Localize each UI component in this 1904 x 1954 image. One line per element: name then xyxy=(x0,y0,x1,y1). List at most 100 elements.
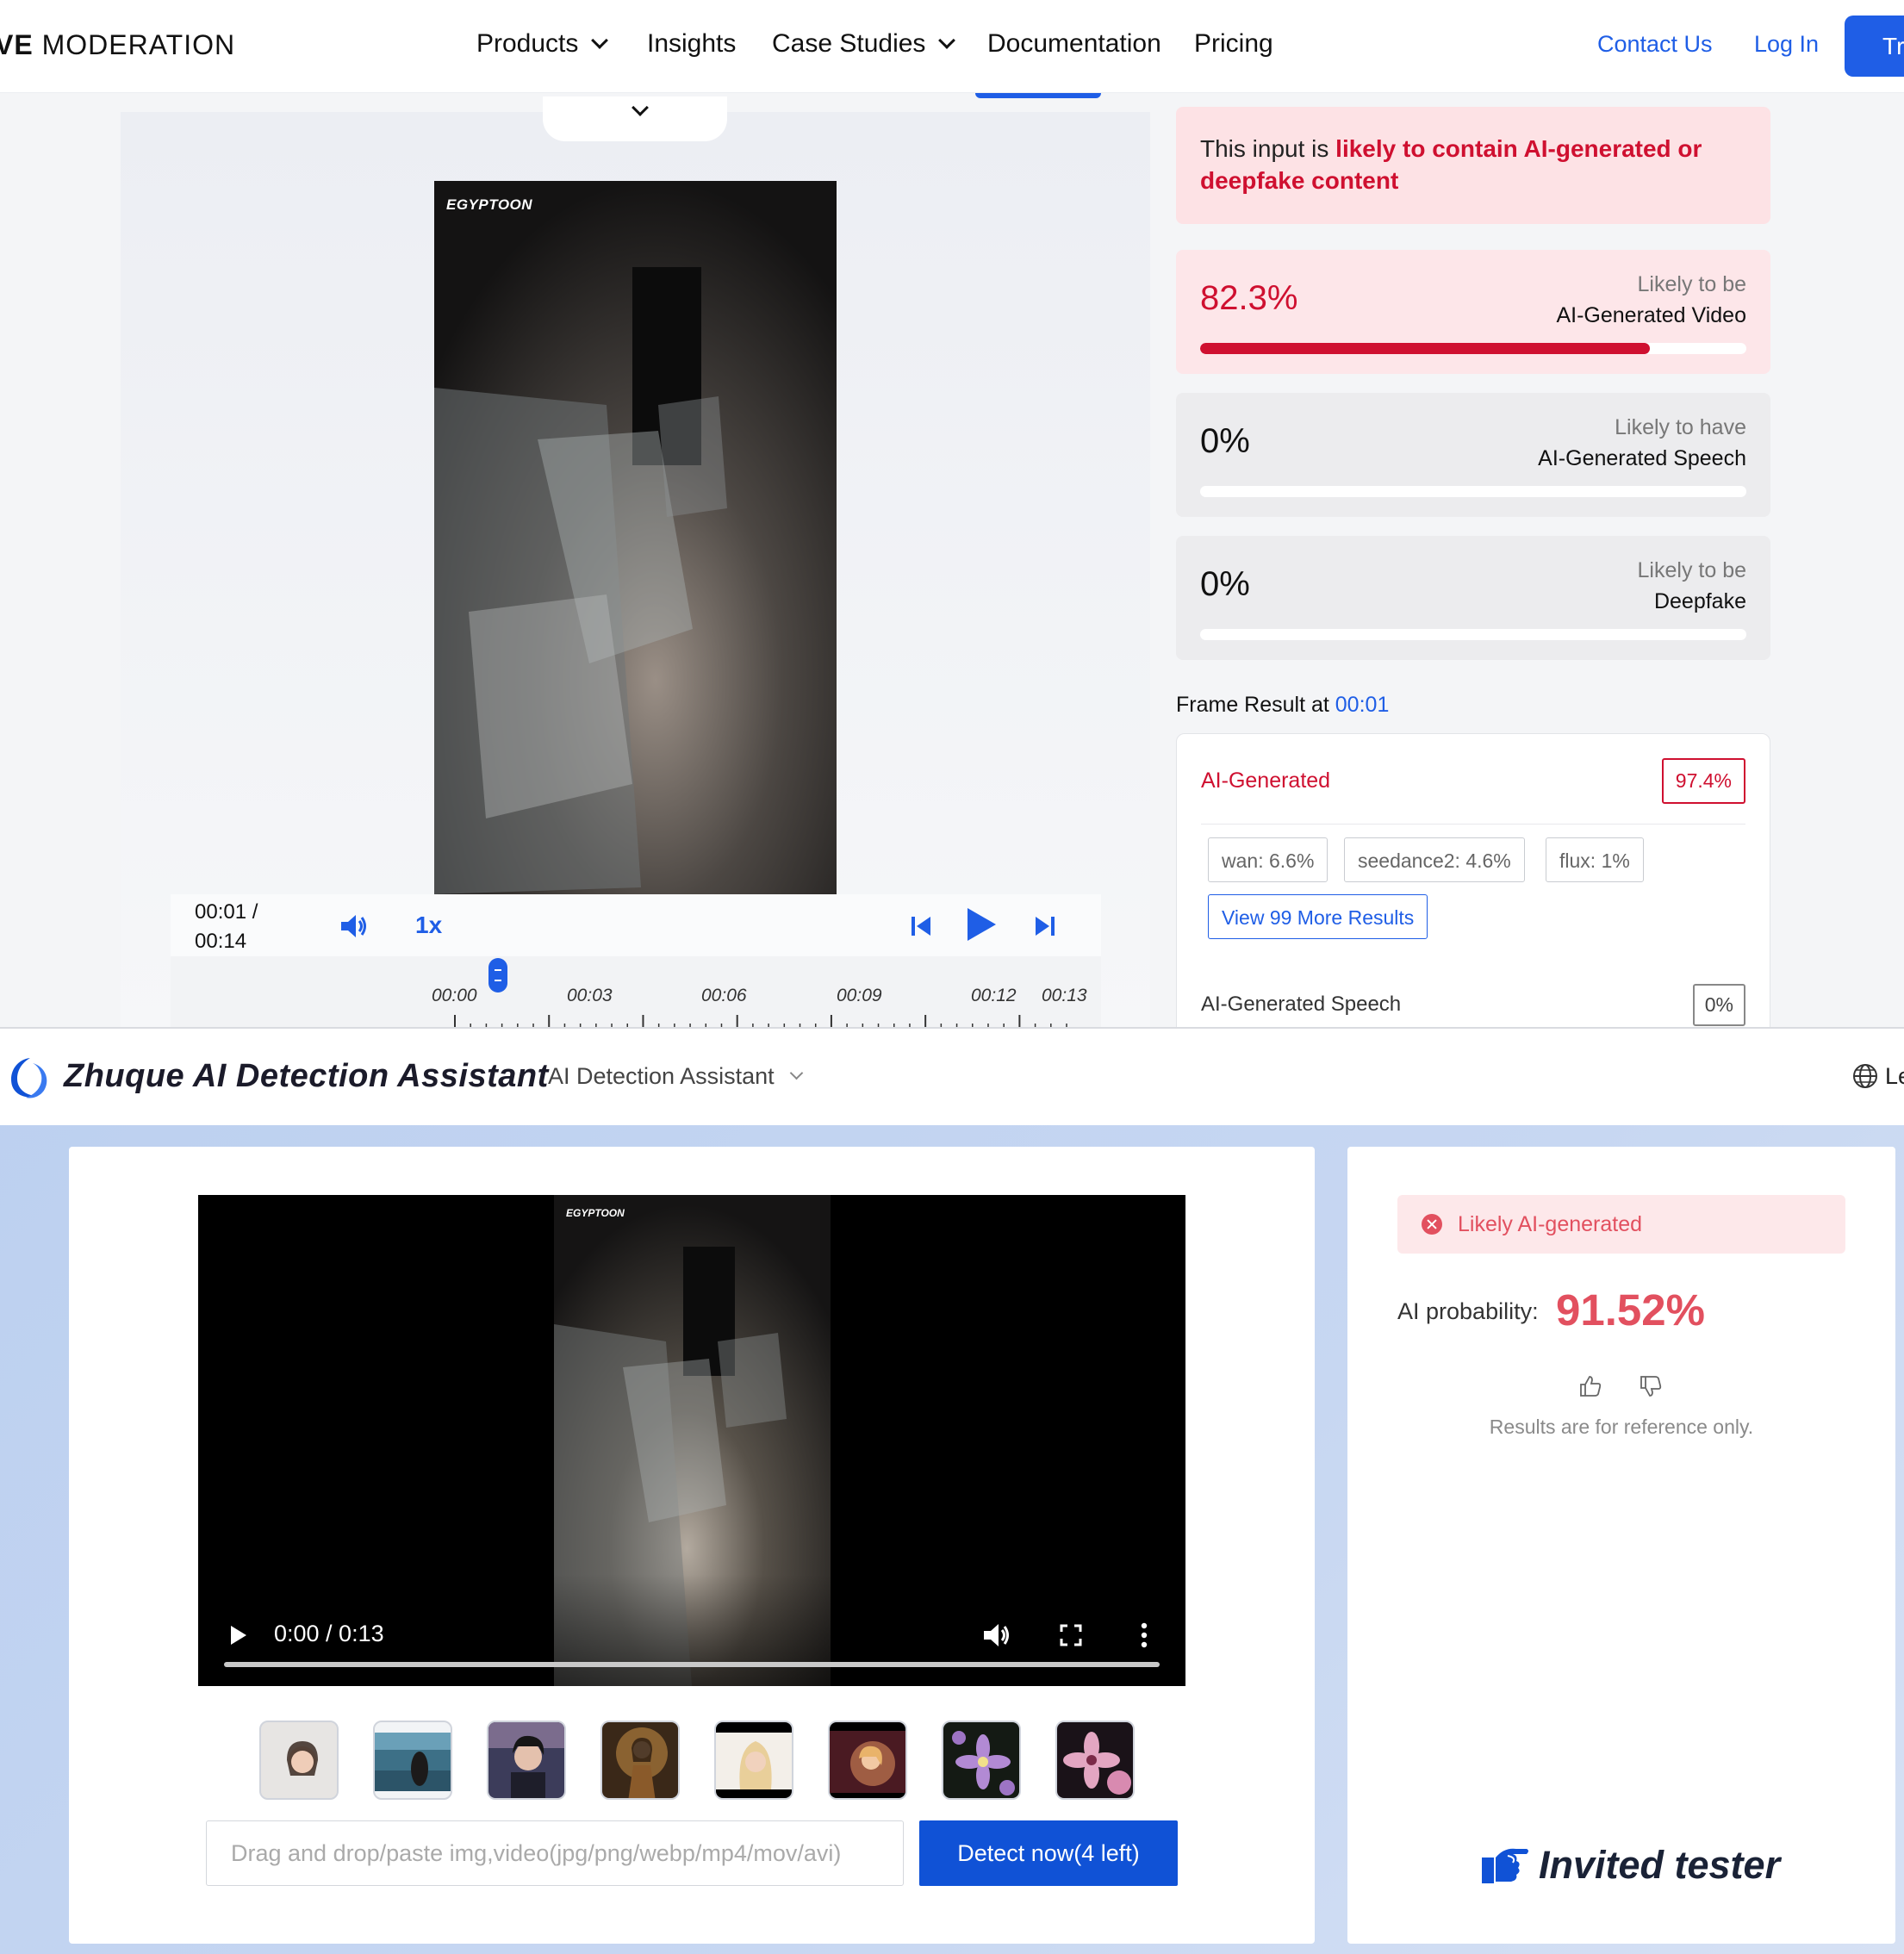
globe-icon[interactable] xyxy=(1852,1063,1878,1089)
score-label-bottom: AI-Generated Video xyxy=(1556,303,1746,327)
score-label-bottom: Deepfake xyxy=(1653,589,1746,613)
egyptoon-watermark: EGYPTOON xyxy=(446,196,533,213)
score-label: Likely to be AI-Generated Video xyxy=(1556,269,1746,331)
pointing-hand-icon xyxy=(1482,1848,1528,1883)
egyptoon-watermark: EGYPTOON xyxy=(566,1207,625,1219)
sample-image xyxy=(716,1722,792,1798)
model-chip: seedance2: 4.6% xyxy=(1344,837,1525,882)
sample-image xyxy=(602,1722,678,1798)
detect-now-button[interactable]: Detect now(4 left) xyxy=(919,1820,1178,1886)
error-circle-icon xyxy=(1422,1214,1442,1235)
frame-result-prefix: Frame Result at xyxy=(1176,693,1335,717)
contact-us-link[interactable]: Contact Us xyxy=(1597,31,1713,58)
fullscreen-icon[interactable] xyxy=(1060,1624,1082,1646)
video-timeline[interactable]: 00:00 00:03 00:06 00:09 00:12 00:13 xyxy=(171,956,1101,1027)
score-bar-fill xyxy=(1200,343,1650,354)
player-controls: 00:01 / 00:14 1x xyxy=(171,894,1101,956)
time-total: 00:14 xyxy=(195,930,247,953)
nav-insights-label: Insights xyxy=(647,29,737,58)
sample-thumbnail[interactable] xyxy=(487,1721,566,1800)
playback-speed-button[interactable]: 1x xyxy=(415,912,442,939)
upload-dropzone[interactable]: Drag and drop/paste img,video(jpg/png/we… xyxy=(206,1820,904,1886)
skip-forward-icon[interactable] xyxy=(1034,915,1056,937)
view-more-results-button[interactable]: View 99 More Results xyxy=(1208,894,1428,939)
timeline-tick-label: 00:13 xyxy=(1042,986,1087,1005)
sample-thumbnail[interactable] xyxy=(1055,1721,1135,1800)
video-controls: 0:00 / 0:13 xyxy=(198,1574,1185,1686)
score-label: Likely to be Deepfake xyxy=(1638,555,1746,617)
play-icon[interactable] xyxy=(229,1624,248,1646)
frame-result-card: AI-Generated 97.4% wan: 6.6% seedance2: … xyxy=(1176,733,1770,1027)
timeline-tick-label: 00:03 xyxy=(567,986,613,1005)
chevron-down-icon xyxy=(938,32,956,49)
thumbs-down-icon[interactable] xyxy=(1639,1374,1663,1398)
zhuque-input-card: EGYPTOON 0:00 / 0:13 Drag and drop/paste… xyxy=(69,1147,1315,1944)
score-bar xyxy=(1200,486,1746,497)
ai-detection-menu[interactable]: AI Detection Assistant xyxy=(548,1063,803,1090)
video-time: 0:00 / 0:13 xyxy=(274,1621,384,1646)
nav-case-studies[interactable]: Case Studies xyxy=(772,29,956,59)
skip-back-icon[interactable] xyxy=(910,915,932,937)
hive-logo-text: MODERATION xyxy=(41,29,236,60)
nav-documentation-label: Documentation xyxy=(987,29,1161,58)
frame-result-time[interactable]: 00:01 xyxy=(1335,693,1390,717)
timeline-tick-label: 00:12 xyxy=(971,986,1017,1005)
video-progress-bar[interactable] xyxy=(224,1662,1160,1667)
nav-insights[interactable]: Insights xyxy=(647,29,736,59)
sample-image xyxy=(375,1722,451,1798)
ai-speech-label: AI-Generated Speech xyxy=(1201,993,1402,1016)
time-current: 00:01 / xyxy=(195,900,258,924)
sample-thumbnail[interactable] xyxy=(600,1721,680,1800)
hive-logo[interactable]: VE MODERATION xyxy=(0,29,235,61)
score-label: Likely to have AI-Generated Speech xyxy=(1538,412,1746,474)
volume-icon[interactable] xyxy=(982,1622,1011,1648)
ai-speech-percent-badge: 0% xyxy=(1692,984,1745,1026)
ai-generated-label: AI-Generated xyxy=(1201,769,1331,793)
language-selector[interactable]: Le xyxy=(1885,1063,1904,1090)
model-chip: wan: 6.6% xyxy=(1208,837,1328,882)
nav-pricing[interactable]: Pricing xyxy=(1194,29,1273,59)
more-options-icon[interactable] xyxy=(1141,1622,1148,1648)
score-bar xyxy=(1200,343,1746,354)
ai-generated-percent-badge: 97.4% xyxy=(1661,758,1745,804)
invited-tester-label: Invited tester xyxy=(1539,1843,1781,1887)
video-player[interactable]: EGYPTOON 0:00 / 0:13 xyxy=(198,1195,1185,1686)
sample-image xyxy=(261,1722,337,1798)
chevron-down-icon xyxy=(591,32,609,49)
sample-thumbnail[interactable] xyxy=(373,1721,452,1800)
ai-probability-value: 91.52% xyxy=(1556,1285,1705,1335)
nav-products-label: Products xyxy=(476,29,579,58)
hive-top-nav: VE MODERATION Products Insights Case Stu… xyxy=(0,0,1904,93)
play-icon[interactable] xyxy=(965,906,998,943)
nav-products[interactable]: Products xyxy=(476,29,609,59)
hive-logo-bold: VE xyxy=(0,29,34,60)
timeline-tick-label: 00:00 xyxy=(432,986,477,1005)
timeline-scrubber[interactable] xyxy=(488,958,507,993)
score-card-ai-speech: 0% Likely to have AI-Generated Speech xyxy=(1176,393,1770,517)
zhuque-logo-icon[interactable] xyxy=(7,1055,53,1101)
score-card-ai-video: 82.3% Likely to be AI-Generated Video xyxy=(1176,250,1770,374)
divider xyxy=(1201,824,1745,825)
sample-thumbnail[interactable] xyxy=(828,1721,907,1800)
score-value: 82.3% xyxy=(1200,279,1298,317)
timeline-ticks xyxy=(454,1015,1067,1027)
try-button[interactable]: Tr xyxy=(1845,16,1904,77)
nav-documentation[interactable]: Documentation xyxy=(987,29,1161,59)
sample-image xyxy=(830,1722,905,1798)
sample-image xyxy=(943,1722,1019,1798)
zhuque-result-card: Likely AI-generated AI probability: 91.5… xyxy=(1347,1147,1895,1944)
sample-thumbnail[interactable] xyxy=(714,1721,793,1800)
zhuque-header: Zhuque AI Detection Assistant AI Detecti… xyxy=(0,1029,1904,1125)
time-display: 00:01 / 00:14 xyxy=(195,898,258,956)
sample-thumbnail[interactable] xyxy=(942,1721,1021,1800)
zhuque-brand[interactable]: Zhuque AI Detection Assistant xyxy=(64,1058,549,1095)
sample-thumbnail[interactable] xyxy=(259,1721,339,1800)
score-label-bottom: AI-Generated Speech xyxy=(1538,446,1746,470)
frame-result-title: Frame Result at 00:01 xyxy=(1176,693,1389,718)
collapse-toggle[interactable] xyxy=(543,96,727,141)
log-in-link[interactable]: Log In xyxy=(1754,31,1819,58)
thumbs-up-icon[interactable] xyxy=(1578,1374,1602,1398)
ai-detection-menu-label: AI Detection Assistant xyxy=(548,1063,775,1089)
verdict-status-label: Likely AI-generated xyxy=(1458,1212,1643,1236)
volume-icon[interactable] xyxy=(339,913,369,939)
